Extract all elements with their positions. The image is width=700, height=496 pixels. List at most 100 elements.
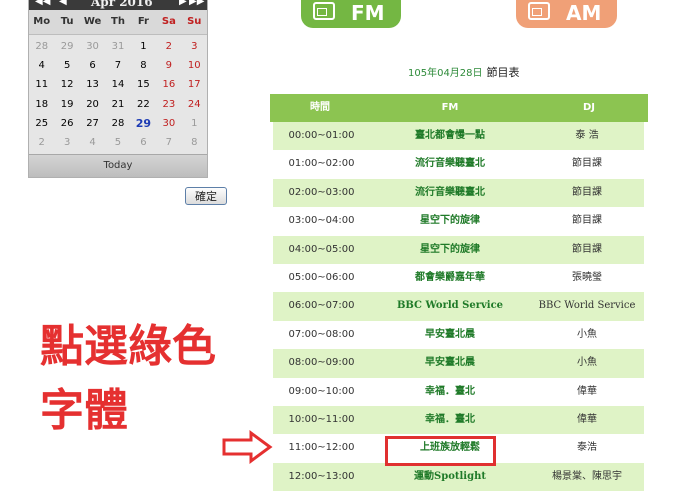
today-button[interactable]: Today: [29, 154, 207, 177]
row-program-link[interactable]: 星空下的旋律: [370, 207, 530, 235]
calendar-day[interactable]: 4: [80, 133, 105, 152]
calendar-day[interactable]: 25: [29, 114, 54, 133]
calendar-day[interactable]: 1: [131, 37, 156, 56]
row-program-link[interactable]: 早安臺北晨: [370, 321, 530, 349]
table-row: 03:00~04:00 星空下的旋律 節目課: [273, 207, 644, 236]
row-time: 12:00~13:00: [288, 470, 355, 482]
calendar-day[interactable]: 9: [156, 56, 181, 75]
calendar-day[interactable]: 5: [54, 56, 79, 75]
calendar-day[interactable]: 22: [131, 95, 156, 114]
calendar-day[interactable]: 30: [80, 37, 105, 56]
fm-button[interactable]: FM: [301, 0, 401, 28]
calendar-day[interactable]: 8: [182, 133, 207, 152]
table-row: 07:00~08:00 早安臺北晨 小魚: [273, 320, 644, 350]
calendar-day[interactable]: 7: [105, 56, 130, 75]
row-time: 09:00~10:00: [288, 385, 355, 397]
calendar-day[interactable]: 8: [131, 56, 156, 75]
calendar-day[interactable]: 26: [54, 114, 79, 133]
calendar-day[interactable]: 3: [182, 37, 207, 56]
table-row: 08:00~09:00 早安臺北晨 小魚: [273, 349, 644, 378]
row-dj: 節目課: [572, 186, 602, 198]
row-program-link[interactable]: 都會樂爵嘉年華: [370, 264, 530, 292]
weekday-label: Tu: [60, 16, 74, 27]
calendar-day[interactable]: 29: [54, 37, 79, 56]
row-time: 06:00~07:00: [288, 300, 355, 312]
calendar-day[interactable]: 30: [156, 114, 181, 133]
calendar-day[interactable]: 28: [105, 114, 130, 133]
row-program-link[interactable]: BBC World Service: [370, 292, 530, 320]
calendar-day[interactable]: 18: [29, 95, 54, 114]
row-dj: 節目課: [572, 158, 602, 170]
weekday-label: Sa: [161, 16, 176, 27]
schedule-table: 時間 FM DJ 00:00~01:00 臺北都會慢一點 泰 浩 01:00~02:0…: [270, 94, 648, 492]
row-dj: 小魚: [577, 357, 597, 369]
calendar-day[interactable]: 2: [156, 37, 181, 56]
weekday-label: Fr: [137, 16, 149, 27]
header-dj: DJ: [582, 102, 596, 113]
row-program-link[interactable]: 運動Spotlight: [370, 463, 530, 491]
row-dj: 小魚: [577, 328, 597, 340]
schedule-title: 節目表: [486, 66, 520, 79]
prev-month-icon[interactable]: ◀: [59, 0, 67, 8]
calendar-day[interactable]: 5: [105, 133, 130, 152]
row-dj: 節目課: [572, 215, 602, 227]
calendar-day[interactable]: 20: [80, 95, 105, 114]
calendar-day[interactable]: 15: [131, 75, 156, 94]
calendar-day[interactable]: 12: [54, 75, 79, 94]
calendar-day[interactable]: 14: [105, 75, 130, 94]
calendar-day[interactable]: 2: [29, 133, 54, 152]
calendar-day[interactable]: 16: [156, 75, 181, 94]
calendar-day[interactable]: 29: [131, 114, 156, 133]
weekday-label: Th: [111, 16, 125, 27]
row-program-link[interactable]: 早安臺北晨: [370, 349, 530, 377]
calendar-day-grid: 28 29 30 31 1 2 3 4 5 6 7 8 9 10 11 12 13 14 15 16 17 18 19 20 2…: [29, 35, 207, 152]
calendar-day[interactable]: 6: [80, 56, 105, 75]
row-dj: 泰浩: [577, 442, 597, 454]
calendar-day[interactable]: 27: [80, 114, 105, 133]
row-program-link[interactable]: 臺北都會慢一點: [370, 122, 530, 150]
calendar-day[interactable]: 4: [29, 56, 54, 75]
row-program-link[interactable]: 幸福．臺北: [370, 406, 530, 434]
calendar-day[interactable]: 31: [105, 37, 130, 56]
row-program-link[interactable]: 流行音樂聽臺北: [370, 150, 530, 178]
next-month-icon[interactable]: ▶: [179, 0, 187, 8]
row-dj: 張曉瑩: [572, 271, 602, 283]
calendar-day[interactable]: 24: [182, 95, 207, 114]
row-program-link[interactable]: 星空下的旋律: [370, 236, 530, 264]
row-program-link[interactable]: 幸福．臺北: [370, 378, 530, 406]
calendar-day[interactable]: 6: [131, 133, 156, 152]
row-time: 07:00~08:00: [288, 328, 355, 340]
calendar-day[interactable]: 7: [156, 133, 181, 152]
calendar-day[interactable]: 21: [105, 95, 130, 114]
row-dj: 偉華: [577, 385, 597, 397]
calendar-day[interactable]: 28: [29, 37, 54, 56]
calendar-day[interactable]: 19: [54, 95, 79, 114]
table-row: 09:00~10:00 幸福．臺北 偉華: [273, 377, 644, 406]
row-time: 11:00~12:00: [288, 442, 355, 454]
schedule-date-line: 105年04月28日 節目表: [408, 64, 520, 80]
weekday-label: Su: [187, 16, 202, 27]
row-time: 03:00~04:00: [288, 215, 355, 227]
calendar-month-label: Apr 2016: [91, 0, 153, 9]
confirm-button[interactable]: 確定: [185, 187, 227, 205]
row-dj: BBC World Service: [538, 300, 636, 312]
schedule-date: 105年04月28日: [408, 68, 483, 79]
next-year-icon[interactable]: ▶▶: [189, 0, 204, 8]
calendar-day[interactable]: 17: [182, 75, 207, 94]
am-button[interactable]: AM: [516, 0, 617, 28]
prev-year-icon[interactable]: ◀◀: [35, 0, 50, 8]
table-row: 04:00~05:00 星空下的旋律 節目課: [273, 235, 644, 264]
weekday-label: Mo: [33, 16, 51, 27]
row-time: 01:00~02:00: [288, 158, 355, 170]
table-row: 01:00~02:00 流行音樂聽臺北 節目課: [273, 150, 644, 179]
calendar-day[interactable]: 23: [156, 95, 181, 114]
calendar-day[interactable]: 11: [29, 75, 54, 94]
header-fm: FM: [441, 102, 459, 113]
highlight-box: [385, 436, 496, 466]
radio-icon: [313, 2, 335, 20]
calendar-day[interactable]: 13: [80, 75, 105, 94]
calendar-day[interactable]: 10: [182, 56, 207, 75]
row-program-link[interactable]: 流行音樂聽臺北: [370, 179, 530, 207]
calendar-day[interactable]: 3: [54, 133, 79, 152]
calendar-day[interactable]: 1: [182, 114, 207, 133]
